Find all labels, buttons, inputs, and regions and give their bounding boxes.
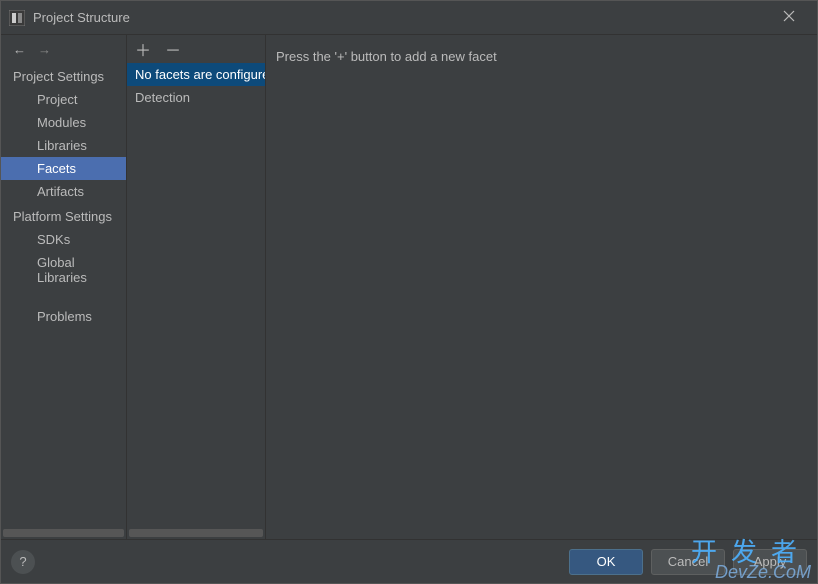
- titlebar: Project Structure: [1, 1, 817, 35]
- sidebar-scrollbar[interactable]: [3, 529, 124, 537]
- close-button[interactable]: [769, 10, 809, 25]
- forward-arrow-icon: →: [38, 42, 51, 57]
- nav-arrows: ← →: [1, 35, 126, 63]
- apply-button[interactable]: Apply: [733, 549, 807, 575]
- sidebar-item-problems[interactable]: Problems: [1, 305, 126, 328]
- middle-scrollbar[interactable]: [129, 529, 263, 537]
- footer: ? OK Cancel Apply 开发者 DevZe.CoM: [1, 539, 817, 583]
- sidebar-item-artifacts[interactable]: Artifacts: [1, 180, 126, 203]
- cancel-button[interactable]: Cancel: [651, 549, 725, 575]
- sidebar-item-sdks[interactable]: SDKs: [1, 228, 126, 251]
- sidebar: ← → Project Settings Project Modules Lib…: [1, 35, 126, 539]
- sidebar-item-project[interactable]: Project: [1, 88, 126, 111]
- middle-row-detection[interactable]: Detection: [127, 86, 265, 109]
- back-arrow-icon[interactable]: ←: [13, 42, 26, 57]
- content-message: Press the '+' button to add a new facet: [276, 49, 807, 64]
- window-title: Project Structure: [33, 10, 769, 25]
- sidebar-item-facets[interactable]: Facets: [1, 157, 126, 180]
- remove-icon[interactable]: －: [165, 37, 181, 61]
- sidebar-item-global-libraries[interactable]: Global Libraries: [1, 251, 126, 289]
- sidebar-item-libraries[interactable]: Libraries: [1, 134, 126, 157]
- sidebar-item-modules[interactable]: Modules: [1, 111, 126, 134]
- section-header-project-settings: Project Settings: [1, 63, 126, 88]
- middle-row-no-facets[interactable]: No facets are configured: [127, 63, 265, 86]
- help-button[interactable]: ?: [11, 550, 35, 574]
- middle-toolbar: ＋ －: [127, 35, 265, 63]
- middle-panel: ＋ － No facets are configured Detection: [126, 35, 266, 539]
- section-header-platform-settings: Platform Settings: [1, 203, 126, 228]
- content-panel: Press the '+' button to add a new facet: [266, 35, 817, 539]
- add-icon[interactable]: ＋: [135, 37, 151, 61]
- main: ← → Project Settings Project Modules Lib…: [1, 35, 817, 539]
- ok-button[interactable]: OK: [569, 549, 643, 575]
- app-icon: [9, 10, 25, 26]
